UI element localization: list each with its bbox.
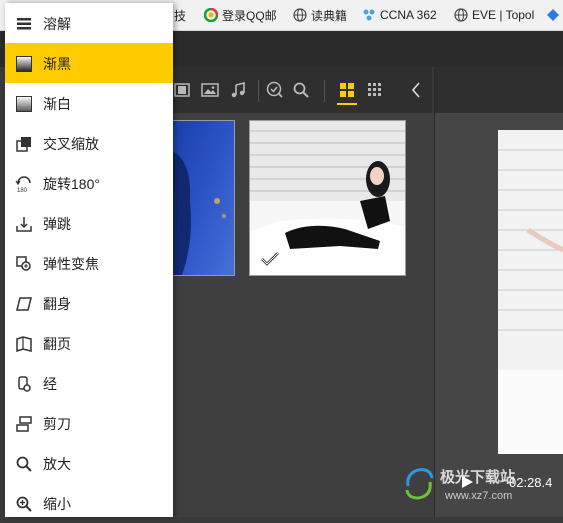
watermark-logo <box>404 466 434 505</box>
bookmark-eve[interactable]: EVE | Topol <box>454 6 534 24</box>
menu-item-bounce[interactable]: 弹跳 <box>5 203 173 243</box>
menu-item-scissors[interactable]: 剪刀 <box>5 403 173 443</box>
menu-item-fade-white[interactable]: 渐白 <box>5 83 173 123</box>
check-filter-icon[interactable] <box>265 80 285 100</box>
menu-item-label: 交叉缩放 <box>43 136 99 152</box>
bookmark-ccna[interactable]: CCNA 362 <box>362 6 437 24</box>
bookmark-item[interactable]: 技 <box>174 6 186 24</box>
bookmark-dujj[interactable]: 读典籍 <box>293 6 347 24</box>
bookmark-overflow[interactable] <box>546 6 563 24</box>
grid-small-icon[interactable] <box>365 80 385 100</box>
search-icon[interactable] <box>291 80 311 100</box>
menu-item-label: 渐黑 <box>43 56 71 72</box>
bookmark-label: 登录QQ邮 <box>222 8 277 23</box>
playback-time: 02:28.4 <box>509 475 553 490</box>
blue-photo-image <box>172 121 234 275</box>
active-tab-indicator <box>337 103 357 105</box>
bookmark-label: 技 <box>174 8 187 23</box>
elastic-zoom-icon <box>15 255 33 273</box>
menu-item-label: 翻页 <box>43 336 71 352</box>
bookmark-qq[interactable]: 登录QQ邮 <box>204 6 277 24</box>
menu-item-cross-zoom[interactable]: 交叉缩放 <box>5 123 173 163</box>
preview-header <box>435 67 563 113</box>
cross-zoom-icon <box>15 135 33 153</box>
flip-over-icon <box>15 295 33 313</box>
scroll-icon <box>15 375 33 393</box>
collapse-left-icon[interactable] <box>406 80 426 100</box>
preview-image <box>498 130 563 454</box>
watermark-url: www.xz7.com <box>445 490 513 502</box>
fade-white-icon <box>15 95 33 113</box>
menu-item-zoom-in[interactable]: 放大 <box>5 443 173 483</box>
menu-item-dissolve[interactable]: 溶解 <box>5 3 173 43</box>
grid-large-icon[interactable] <box>337 80 357 100</box>
menu-item-label: 渐白 <box>43 96 71 112</box>
menu-item-elastic-zoom[interactable]: 弹性变焦 <box>5 243 173 283</box>
bookmark-icon <box>547 9 559 21</box>
menu-item-rotate-180[interactable]: 180 旋转180° <box>5 163 173 203</box>
dissolve-icon <box>15 15 33 33</box>
menu-item-label: 旋转180° <box>43 176 100 192</box>
qq-icon <box>204 8 218 22</box>
toolbar-separator <box>324 80 325 102</box>
globe-icon <box>454 8 468 22</box>
menu-item-page-turn[interactable]: 翻页 <box>5 323 173 363</box>
menu-item-label: 弹跳 <box>43 216 71 232</box>
globe-icon <box>293 8 307 22</box>
bookmark-label: EVE | Topol <box>472 8 535 22</box>
menu-item-flip-over[interactable]: 翻身 <box>5 283 173 323</box>
menu-item-label: 剪刀 <box>43 416 71 432</box>
page-turn-icon <box>15 335 33 353</box>
menu-item-zoom-out[interactable]: 缩小 <box>5 483 173 523</box>
video-filter-icon[interactable] <box>172 80 192 100</box>
menu-item-label: 缩小 <box>43 496 71 512</box>
bookmark-label: CCNA 362 <box>380 8 437 22</box>
menu-item-label: 翻身 <box>43 296 71 312</box>
zoom-in-icon <box>15 455 33 473</box>
menu-item-scroll[interactable]: 经 <box>5 363 173 403</box>
toolbar-separator <box>258 80 259 102</box>
bounce-icon <box>15 215 33 233</box>
watermark-text: 极光下载站 <box>440 469 516 486</box>
bookmark-label: 读典籍 <box>311 8 348 23</box>
zoom-out-icon <box>15 495 33 513</box>
selected-check-icon <box>261 252 279 266</box>
menu-item-label: 溶解 <box>43 16 71 32</box>
menu-item-label: 经 <box>43 376 57 392</box>
svg-text:180: 180 <box>17 188 28 193</box>
music-filter-icon[interactable] <box>228 80 248 100</box>
scissors-icon <box>15 415 33 433</box>
menu-item-label: 弹性变焦 <box>43 256 99 272</box>
ccna-icon <box>363 9 375 21</box>
image-filter-icon[interactable] <box>200 80 220 100</box>
menu-item-label: 放大 <box>43 456 71 472</box>
media-thumbnail-2[interactable] <box>249 120 406 276</box>
transition-menu: 溶解 渐黑 渐白 交叉缩放 180 旋转180° 弹跳 弹性变焦 翻身 翻页 经… <box>5 3 173 517</box>
menu-item-fade-black[interactable]: 渐黑 <box>5 43 173 83</box>
fade-black-icon <box>15 55 33 73</box>
media-thumbnail-1[interactable] <box>172 120 235 276</box>
rotate-180-icon: 180 <box>15 175 33 193</box>
